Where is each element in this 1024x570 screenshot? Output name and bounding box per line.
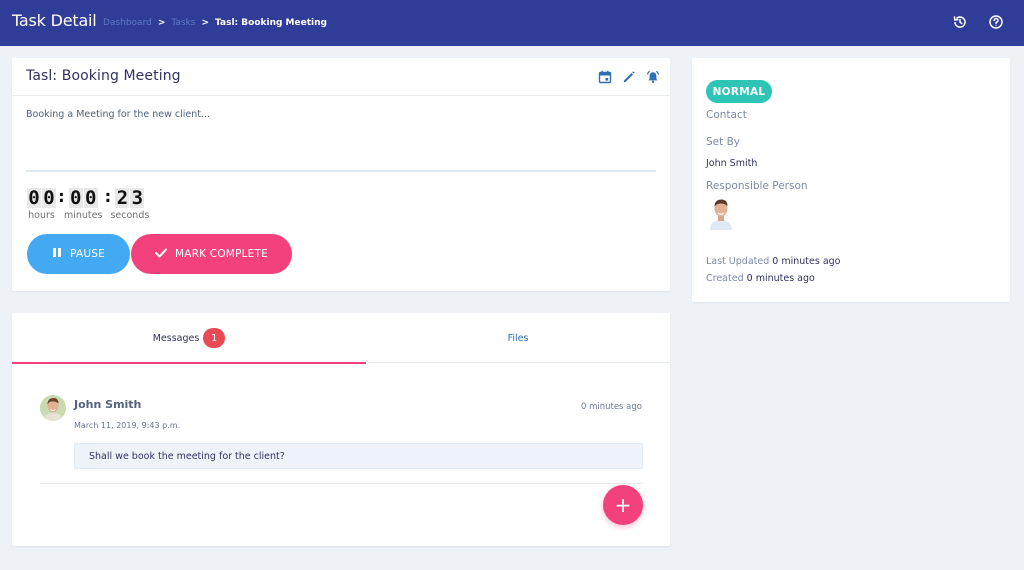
divider bbox=[12, 95, 670, 96]
task-actions bbox=[598, 69, 660, 84]
tab-bar: Messages 1 Files bbox=[12, 313, 670, 364]
responsible-person-label: Responsible Person bbox=[706, 180, 808, 192]
breadcrumb-tasks[interactable]: Tasks bbox=[171, 18, 195, 28]
timer-hours: 0 0 hours bbox=[27, 188, 56, 221]
timer-digit: 0 bbox=[68, 187, 83, 209]
countdown-timer: 0 0 hours : 0 0 minutes : 2 3 seconds bbox=[27, 188, 149, 221]
timer-digit: 3 bbox=[130, 187, 145, 209]
task-title: Tasl: Booking Meeting bbox=[26, 68, 181, 84]
edit-icon[interactable] bbox=[622, 69, 636, 83]
timer-digit: 0 bbox=[27, 187, 41, 209]
message-time-ago: 0 minutes ago bbox=[580, 402, 642, 412]
set-by-label: Set By bbox=[706, 136, 740, 148]
pause-button[interactable]: PAUSE bbox=[27, 234, 130, 274]
mark-complete-button[interactable]: MARK COMPLETE bbox=[131, 234, 292, 274]
messages-count-badge: 1 bbox=[203, 328, 226, 348]
task-card: Tasl: Booking Meeting Booking a Meeting … bbox=[12, 58, 670, 291]
pause-icon bbox=[52, 247, 62, 261]
add-message-button[interactable]: + bbox=[603, 485, 643, 525]
page-title: Task Detail bbox=[12, 11, 97, 30]
timer-seconds: 2 3 seconds bbox=[110, 188, 149, 221]
message-date: March 11, 2019, 9:43 p.m. bbox=[74, 421, 181, 430]
tab-files-label: Files bbox=[507, 332, 529, 344]
history-icon[interactable] bbox=[952, 14, 968, 30]
messages-card: Messages 1 Files John Smith 0 minutes ag… bbox=[12, 313, 670, 546]
set-by-value: John Smith bbox=[706, 158, 758, 169]
last-updated: Last Updated 0 minutes ago bbox=[706, 256, 840, 267]
timer-digit: 2 bbox=[115, 187, 130, 209]
timer-digit: 0 bbox=[42, 187, 56, 209]
tab-messages[interactable]: Messages 1 bbox=[12, 313, 366, 364]
tab-files[interactable]: Files bbox=[366, 313, 670, 363]
breadcrumb-current: Tasl: Booking Meeting bbox=[215, 18, 327, 28]
divider bbox=[40, 483, 643, 484]
check-icon bbox=[155, 248, 168, 261]
top-bar: Task Detail Dashboard > Tasks > Tasl: Bo… bbox=[0, 0, 1024, 46]
last-updated-value: 0 minutes ago bbox=[772, 256, 841, 267]
created-label: Created bbox=[706, 273, 744, 284]
description-underline bbox=[26, 170, 656, 172]
task-description: Booking a Meeting for the new client... bbox=[26, 109, 211, 120]
status-badge: NORMAL bbox=[706, 80, 772, 103]
timer-seconds-label: seconds bbox=[110, 210, 150, 221]
timer-minutes-label: minutes bbox=[64, 210, 103, 221]
alarm-icon[interactable] bbox=[646, 69, 660, 83]
timer-colon: : bbox=[102, 186, 114, 207]
task-details-card: NORMAL Contact Set By John Smith Respons… bbox=[692, 58, 1010, 302]
last-updated-label: Last Updated bbox=[706, 256, 770, 267]
timer-digit: 0 bbox=[83, 187, 98, 209]
timer-minutes: 0 0 minutes bbox=[64, 188, 102, 221]
breadcrumb: Dashboard > Tasks > Tasl: Booking Meetin… bbox=[103, 18, 327, 28]
message-author: John Smith bbox=[74, 398, 142, 411]
timer-colon: : bbox=[56, 186, 67, 207]
timer-hours-label: hours bbox=[28, 210, 55, 221]
breadcrumb-separator: > bbox=[157, 18, 166, 28]
tab-messages-label: Messages bbox=[152, 332, 200, 344]
help-icon[interactable] bbox=[988, 14, 1004, 30]
mark-complete-label: MARK COMPLETE bbox=[175, 248, 268, 260]
breadcrumb-separator: > bbox=[201, 18, 210, 28]
pause-label: PAUSE bbox=[70, 248, 105, 260]
message-bubble: Shall we book the meeting for the client… bbox=[74, 443, 643, 469]
created: Created 0 minutes ago bbox=[706, 273, 815, 284]
created-value: 0 minutes ago bbox=[746, 273, 815, 284]
breadcrumb-dashboard[interactable]: Dashboard bbox=[103, 18, 152, 28]
active-tab-indicator bbox=[12, 362, 366, 364]
avatar[interactable] bbox=[706, 196, 736, 230]
contact-label: Contact bbox=[706, 109, 747, 121]
avatar bbox=[40, 395, 66, 421]
calendar-icon[interactable] bbox=[598, 69, 612, 84]
